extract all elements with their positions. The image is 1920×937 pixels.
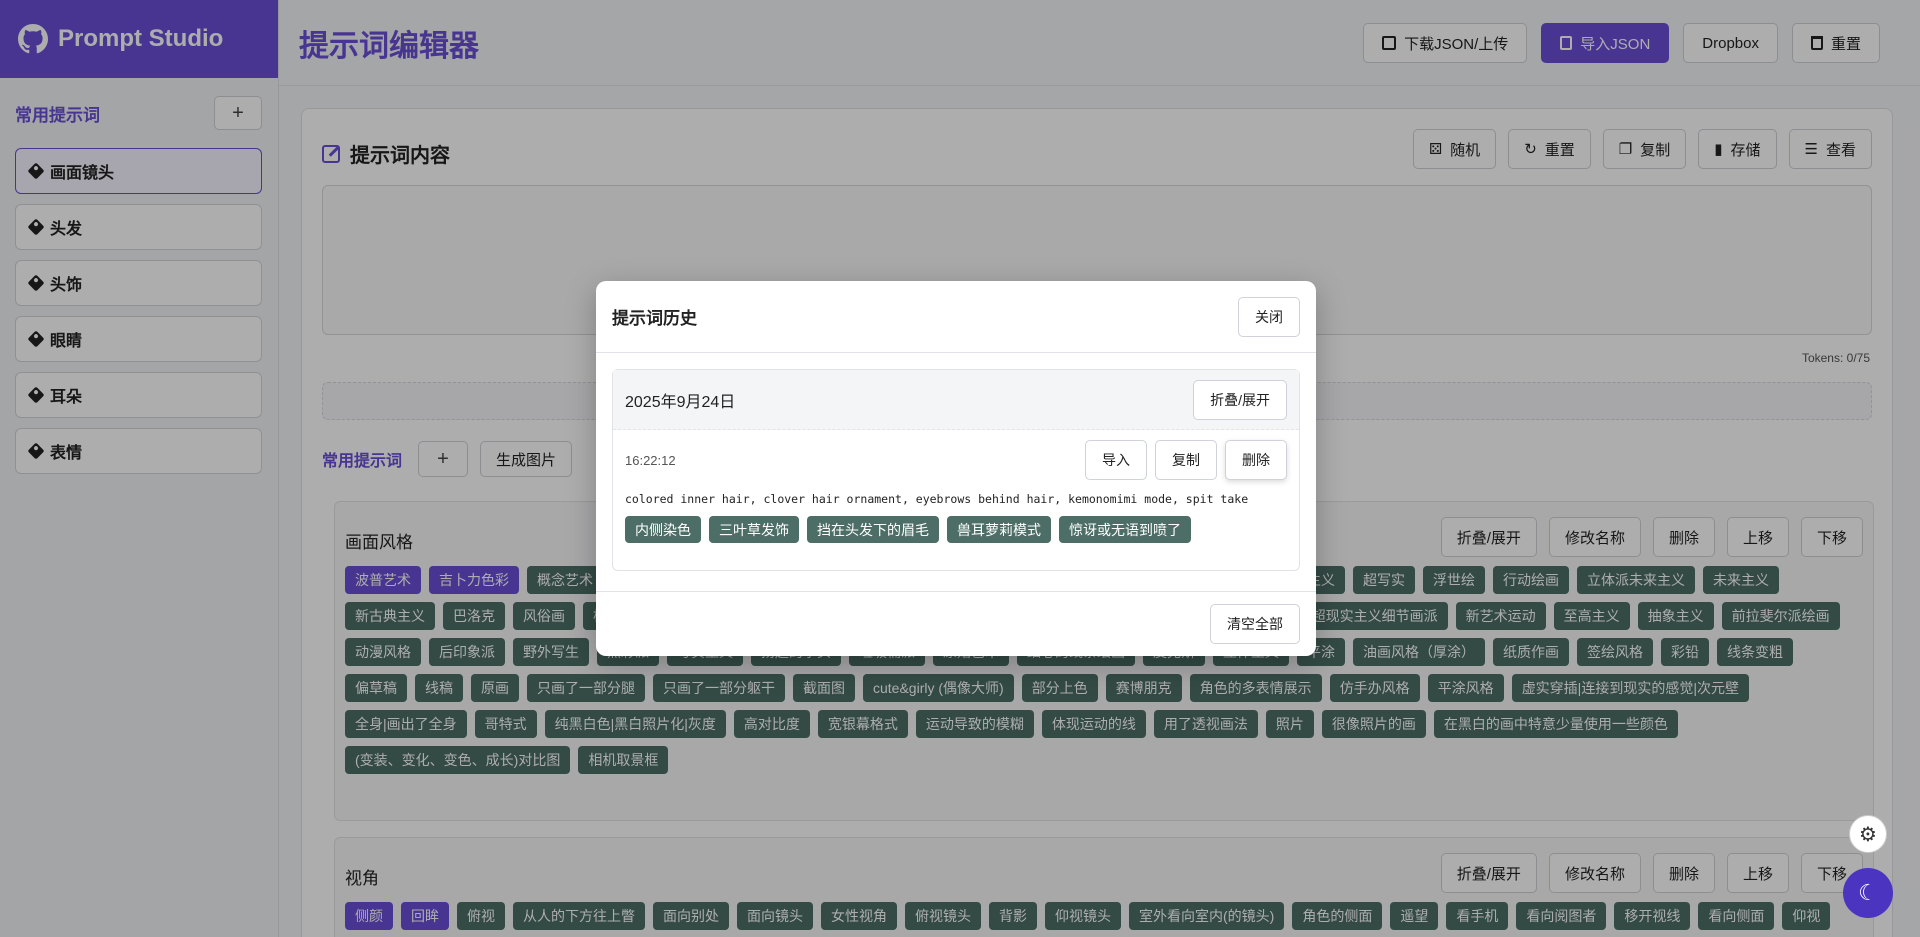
entry-tag-chip[interactable]: 挡在头发下的眉毛: [807, 516, 939, 543]
settings-button[interactable]: ⚙: [1849, 815, 1887, 853]
entry-copy-button[interactable]: 复制: [1155, 440, 1217, 480]
entry-tag-chip[interactable]: 兽耳萝莉模式: [947, 516, 1051, 543]
history-entry: 16:22:12 导入 复制 删除 colored inner hair, cl…: [613, 430, 1299, 543]
entry-tag-chip[interactable]: 三叶草发饰: [709, 516, 799, 543]
history-modal: 提示词历史 关闭 2025年9月24日 折叠/展开 16:22:12 导入 复制…: [596, 281, 1316, 656]
entry-tag-chip[interactable]: 内侧染色: [625, 516, 701, 543]
theme-toggle-button[interactable]: ☾: [1843, 868, 1893, 918]
toggle-date-button[interactable]: 折叠/展开: [1193, 379, 1287, 420]
modal-title: 提示词历史: [612, 309, 697, 328]
entry-tags: 内侧染色 三叶草发饰 挡在头发下的眉毛 兽耳萝莉模式 惊讶或无语到喷了: [625, 516, 1287, 543]
entry-time: 16:22:12: [625, 452, 676, 468]
entry-prompt-text: colored inner hair, clover hair ornament…: [625, 492, 1249, 506]
history-list: 2025年9月24日 折叠/展开 16:22:12 导入 复制 删除 color…: [612, 369, 1300, 571]
gear-icon: ⚙: [1859, 823, 1877, 846]
clear-all-button[interactable]: 清空全部: [1210, 604, 1300, 644]
close-button[interactable]: 关闭: [1238, 296, 1300, 337]
moon-icon: ☾: [1858, 880, 1878, 905]
entry-delete-button[interactable]: 删除: [1225, 440, 1287, 480]
history-date: 2025年9月24日: [625, 393, 736, 411]
entry-tag-chip[interactable]: 惊讶或无语到喷了: [1059, 516, 1191, 543]
entry-import-button[interactable]: 导入: [1085, 440, 1147, 480]
